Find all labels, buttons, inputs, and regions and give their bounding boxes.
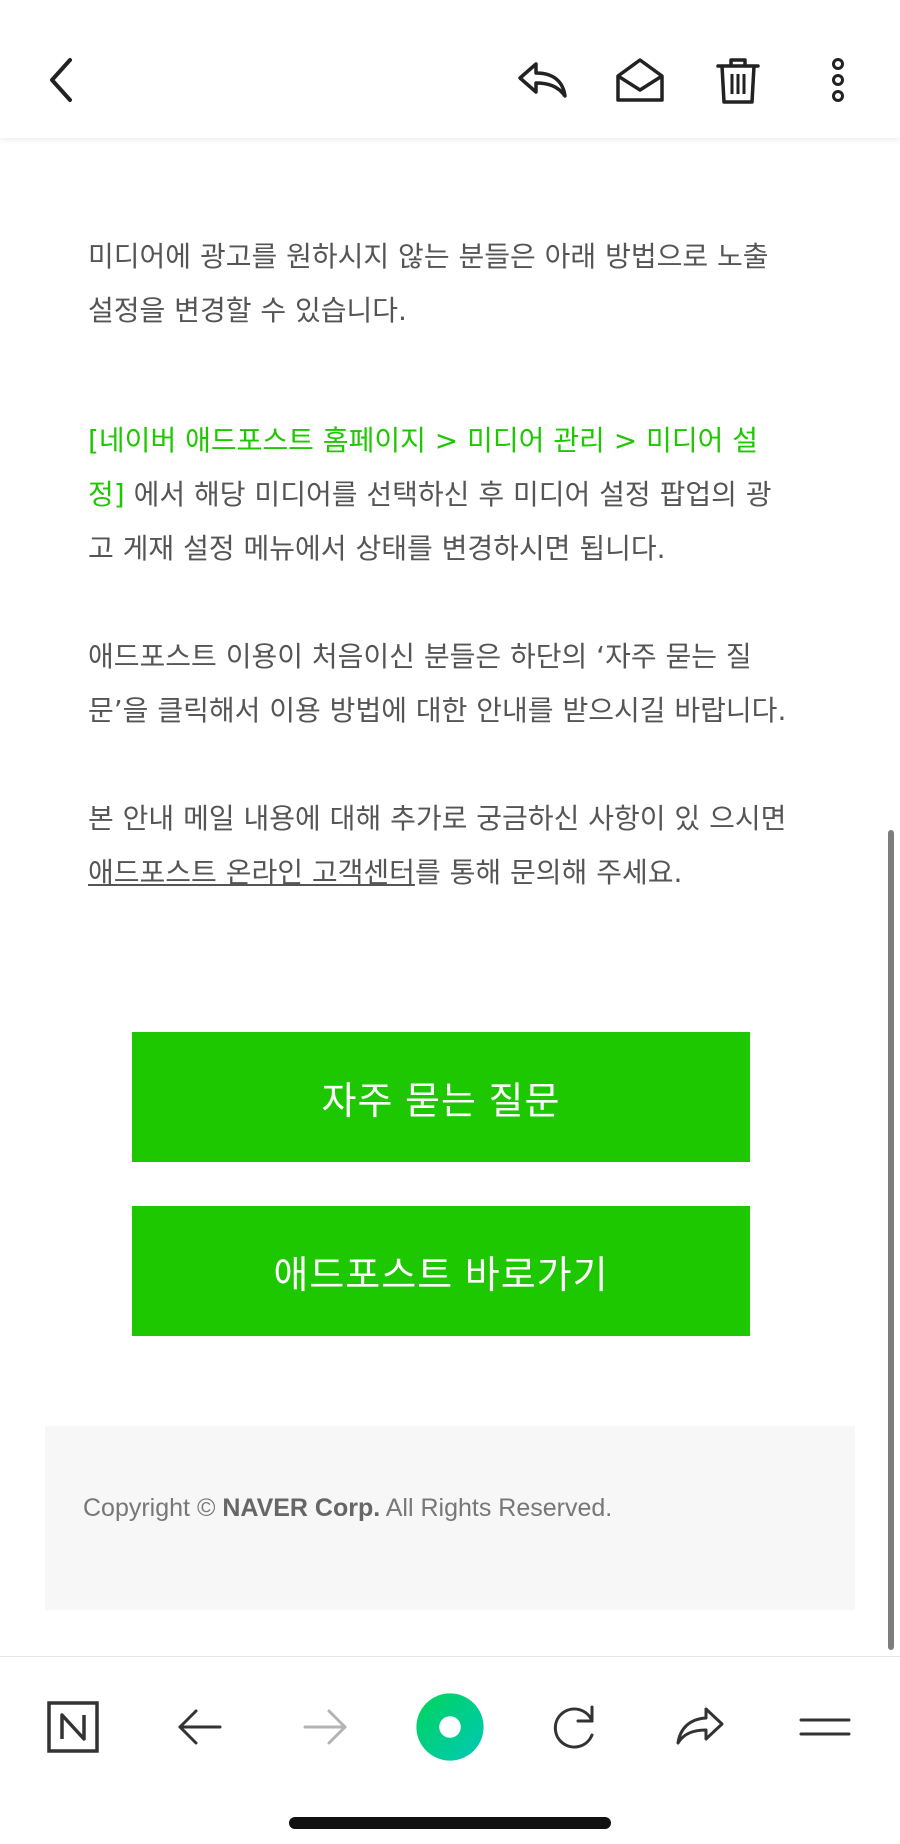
green-dot-button[interactable] [405, 1682, 495, 1772]
refresh-icon [553, 1705, 594, 1749]
company-name: NAVER Corp. [222, 1494, 381, 1522]
browser-forward-button[interactable] [280, 1682, 370, 1772]
scrollbar[interactable] [888, 830, 894, 1650]
trash-icon [716, 58, 760, 104]
envelope-open-icon [616, 58, 664, 102]
menu-icon [799, 1718, 851, 1736]
naver-home-button[interactable] [28, 1682, 118, 1772]
more-button[interactable] [798, 40, 878, 120]
green-dot-icon [416, 1693, 484, 1761]
paragraph-faq-guide: 애드포스트 이용이 처음이신 분들은 하단의 ‘자주 묻는 질문’을 클릭해서 … [88, 640, 787, 727]
contact-text-suffix: 를 통해 문의해 주세요. [414, 856, 683, 889]
refresh-button[interactable] [530, 1682, 620, 1772]
share-icon [676, 1707, 724, 1745]
customer-center-link[interactable]: 애드포스트 온라인 고객센터 [88, 856, 415, 889]
share-button[interactable] [655, 1682, 745, 1772]
copyright-text: Copyright © NAVER Corp. All Rights Reser… [83, 1494, 612, 1523]
faq-button[interactable]: 자주 묻는 질문 [132, 1032, 750, 1162]
reply-button[interactable] [502, 40, 582, 120]
footer: Copyright © NAVER Corp. All Rights Reser… [45, 1426, 855, 1610]
arrow-right-icon [303, 1709, 347, 1745]
more-vertical-icon [832, 58, 844, 102]
reply-icon [518, 62, 567, 98]
paragraph-settings-text: 에서 해당 미디어를 선택하신 후 미디어 설정 팝업의 광고 게재 설정 메뉴… [88, 478, 772, 565]
home-indicator[interactable] [289, 1817, 611, 1829]
naver-n-icon [47, 1701, 99, 1753]
mail-body: 미디어에 광고를 원하시지 않는 분들은 아래 방법으로 노출 설정을 변경할 … [0, 138, 900, 1656]
copyright-prefix: Copyright © [83, 1494, 223, 1522]
paragraph-settings-path: [네이버 애드포스트 홈페이지 > 미디어 관리 > 미디어 설정] 에서 해당… [88, 414, 788, 576]
contact-text-prefix: 본 안내 메일 내용에 대해 추가로 궁금하신 사항이 있 으시면 [88, 802, 787, 835]
paragraph-contact: 본 안내 메일 내용에 대해 추가로 궁금하신 사항이 있 으시면 애드포스트 … [88, 792, 788, 900]
adpost-shortcut-button[interactable]: 애드포스트 바로가기 [132, 1206, 750, 1336]
browser-nav-bar [0, 1656, 900, 1844]
copyright-suffix: All Rights Reserved. [380, 1494, 613, 1522]
back-button[interactable] [22, 40, 102, 120]
arrow-left-icon [178, 1709, 222, 1745]
menu-button[interactable] [780, 1682, 870, 1772]
mail-toolbar [0, 0, 900, 138]
paragraph-ad-opt-out: 미디어에 광고를 원하시지 않는 분들은 아래 방법으로 노출 설정을 변경할 … [88, 240, 769, 327]
delete-button[interactable] [698, 40, 778, 120]
browser-back-button[interactable] [155, 1682, 245, 1772]
chevron-left-icon [50, 58, 72, 102]
mark-read-button[interactable] [600, 40, 680, 120]
